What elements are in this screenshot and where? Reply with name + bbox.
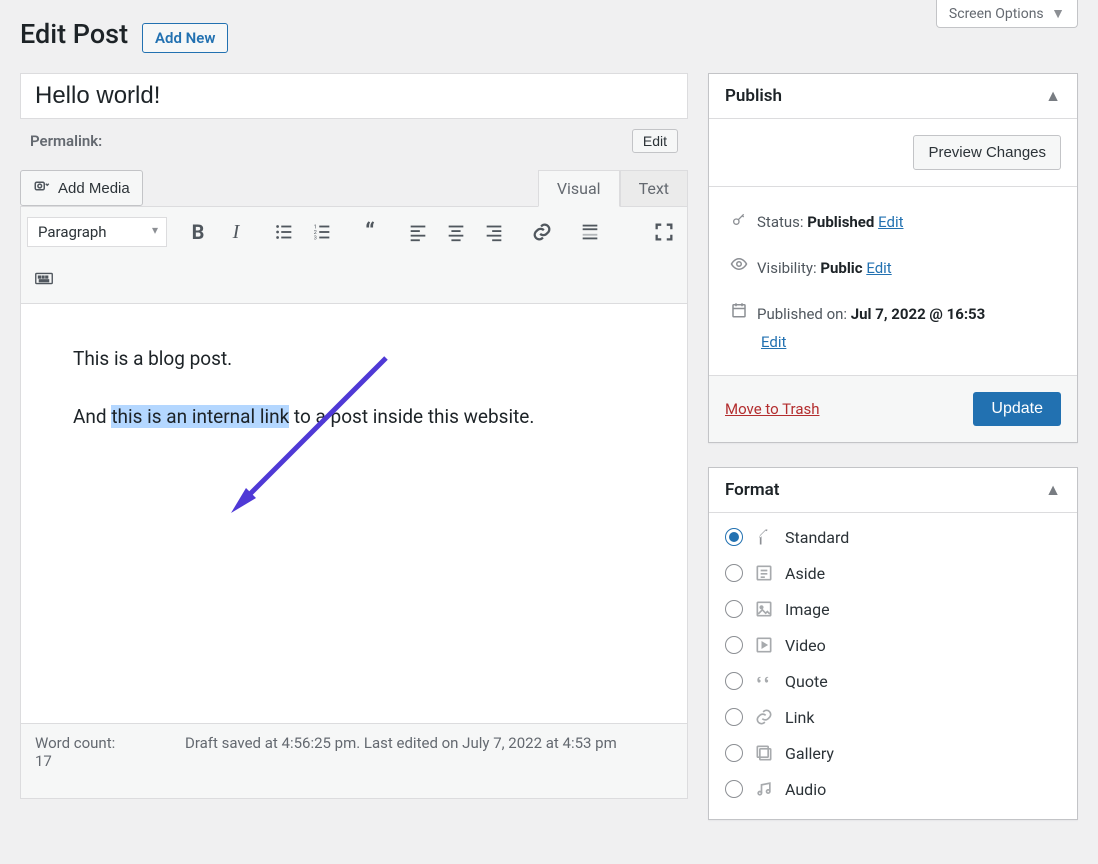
format-label: Aside	[785, 564, 825, 583]
radio-icon	[725, 564, 743, 582]
editor-content[interactable]: This is a blog post. And this is an inte…	[20, 304, 688, 724]
visibility-value: Public	[820, 259, 862, 277]
publish-box: Publish ▲ Preview Changes Status: Publis…	[708, 73, 1078, 443]
preview-changes-button[interactable]: Preview Changes	[913, 135, 1061, 170]
format-option-video[interactable]: Video	[725, 627, 1061, 663]
content-line-1: This is a blog post.	[73, 347, 232, 370]
radio-icon	[725, 528, 743, 546]
format-label: Link	[785, 708, 814, 727]
content-highlighted-text: this is an internal link	[111, 405, 289, 428]
align-left-button[interactable]	[401, 215, 435, 249]
radio-icon	[725, 600, 743, 618]
editor-toolbar: Paragraph B I 123 “	[20, 206, 688, 304]
video-format-icon	[753, 635, 775, 655]
align-right-button[interactable]	[477, 215, 511, 249]
page-title: Edit Post	[20, 0, 128, 50]
key-icon	[729, 211, 749, 231]
radio-icon	[725, 636, 743, 654]
draft-status-text: Draft saved at 4:56:25 pm. Last edited o…	[185, 734, 617, 752]
format-option-quote[interactable]: Quote	[725, 663, 1061, 699]
format-option-image[interactable]: Image	[725, 591, 1061, 627]
paragraph-dropdown[interactable]: Paragraph	[27, 217, 167, 247]
content-line-2-before: And	[73, 405, 111, 428]
published-label: Published on:	[757, 305, 851, 323]
collapse-publish-icon[interactable]: ▲	[1045, 86, 1061, 106]
move-to-trash-link[interactable]: Move to Trash	[725, 400, 819, 418]
italic-button[interactable]: I	[219, 215, 253, 249]
quote-format-icon	[753, 671, 775, 691]
aside-format-icon	[753, 563, 775, 583]
screen-options-label: Screen Options	[949, 6, 1044, 22]
add-new-button[interactable]: Add New	[142, 23, 228, 53]
tab-visual[interactable]: Visual	[538, 170, 620, 207]
visibility-label: Visibility:	[757, 259, 820, 277]
word-count-label: Word count:	[35, 734, 115, 752]
edit-status-link[interactable]: Edit	[878, 213, 903, 231]
radio-icon	[725, 780, 743, 798]
gallery-format-icon	[753, 743, 775, 763]
editor-status-bar: Word count: 17 Draft saved at 4:56:25 pm…	[20, 724, 688, 799]
screen-options-button[interactable]: Screen Options ▼	[936, 0, 1078, 28]
standard-format-icon	[753, 527, 775, 547]
align-center-button[interactable]	[439, 215, 473, 249]
post-title-input[interactable]	[20, 73, 688, 119]
bullet-list-button[interactable]	[267, 215, 301, 249]
svg-text:3: 3	[314, 235, 317, 241]
format-box-title: Format	[725, 480, 780, 500]
format-box: Format ▲ Standard Aside Image Video Quot…	[708, 467, 1078, 820]
edit-published-link[interactable]: Edit	[761, 333, 786, 351]
format-label: Video	[785, 636, 826, 655]
collapse-format-icon[interactable]: ▲	[1045, 480, 1061, 500]
update-button[interactable]: Update	[973, 392, 1061, 426]
format-label: Standard	[785, 528, 849, 547]
format-label: Audio	[785, 780, 826, 799]
tab-text[interactable]: Text	[620, 170, 688, 207]
radio-icon	[725, 708, 743, 726]
format-option-standard[interactable]: Standard	[725, 519, 1061, 555]
radio-icon	[725, 744, 743, 762]
keyboard-icon[interactable]	[27, 261, 61, 295]
format-label: Image	[785, 600, 830, 619]
add-media-label: Add Media	[58, 180, 130, 197]
camera-icon	[33, 177, 51, 199]
published-value: Jul 7, 2022 @ 16:53	[851, 305, 985, 323]
bold-button[interactable]: B	[181, 215, 215, 249]
link-format-icon	[753, 707, 775, 727]
format-label: Quote	[785, 672, 828, 691]
fullscreen-button[interactable]	[647, 215, 681, 249]
publish-box-title: Publish	[725, 86, 782, 106]
word-count-value: 17	[35, 752, 52, 770]
edit-visibility-link[interactable]: Edit	[866, 259, 891, 277]
chevron-down-icon: ▼	[1051, 6, 1065, 22]
format-label: Gallery	[785, 744, 834, 763]
blockquote-button[interactable]: “	[353, 215, 387, 249]
eye-icon	[729, 255, 749, 277]
numbered-list-button[interactable]: 123	[305, 215, 339, 249]
read-more-button[interactable]	[573, 215, 607, 249]
link-button[interactable]	[525, 215, 559, 249]
add-media-button[interactable]: Add Media	[20, 170, 143, 206]
edit-permalink-button[interactable]: Edit	[632, 129, 678, 153]
format-option-link[interactable]: Link	[725, 699, 1061, 735]
format-option-gallery[interactable]: Gallery	[725, 735, 1061, 771]
image-format-icon	[753, 599, 775, 619]
format-option-audio[interactable]: Audio	[725, 771, 1061, 807]
main-column: Permalink: Edit Add Media Visual Text Pa…	[20, 73, 688, 844]
audio-format-icon	[753, 779, 775, 799]
sidebar-column: Publish ▲ Preview Changes Status: Publis…	[708, 73, 1078, 844]
permalink-label: Permalink:	[30, 132, 102, 150]
status-label: Status:	[757, 213, 807, 231]
radio-icon	[725, 672, 743, 690]
calendar-icon	[729, 301, 749, 323]
content-line-2-after: to a post inside this website.	[289, 405, 534, 428]
format-option-aside[interactable]: Aside	[725, 555, 1061, 591]
status-value: Published	[807, 213, 874, 231]
